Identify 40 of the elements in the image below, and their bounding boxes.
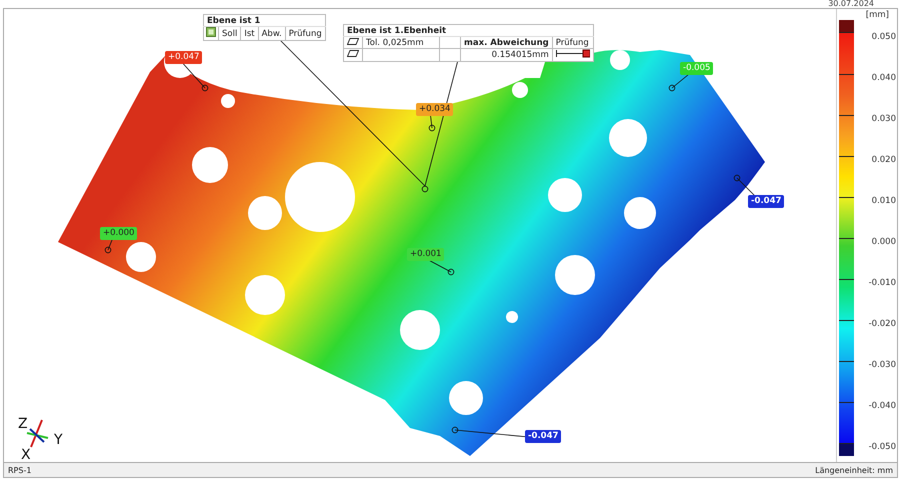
table-cell: Soll	[218, 26, 241, 40]
axis-label: Y	[54, 432, 63, 448]
deviation-label[interactable]: -0.047	[525, 430, 562, 443]
table-cell: Tol. 0,025mm	[362, 36, 440, 48]
unit-label: [mm]	[864, 9, 890, 20]
axis-label: Z	[18, 416, 28, 432]
scale-tick-label: 0.020	[872, 155, 896, 165]
gauge-icon	[556, 49, 590, 58]
parallelogram-icon	[347, 50, 359, 57]
table-cell: max. Abweichung	[460, 36, 552, 48]
deviation-label[interactable]: +0.047	[165, 51, 202, 64]
measure-point-icon	[422, 186, 428, 192]
deviation-label[interactable]: +0.034	[416, 103, 454, 116]
parallelogram-icon	[347, 38, 359, 44]
scale-tick-label: 0.040	[872, 73, 896, 83]
axis-label: X	[21, 447, 31, 462]
table-cell: Prüfung	[552, 36, 594, 48]
date-text: 30.07.2024	[828, 0, 874, 8]
square-icon	[206, 27, 216, 37]
report-name: RPS-1	[8, 466, 32, 474]
scale-tick-label: -0.010	[868, 278, 896, 288]
scale-tick-label: 0.000	[872, 237, 896, 247]
deviation-label[interactable]: -0.047	[748, 195, 784, 208]
scale-tick-label: 0.030	[872, 114, 896, 124]
table-cell: 0.154015mm	[460, 48, 552, 62]
scale-tick-label: -0.040	[868, 401, 896, 411]
unit-text: Längeneinheit: mm	[815, 466, 893, 474]
scale-tick-label: -0.050	[868, 442, 896, 452]
table-title: Ebene ist 1	[204, 14, 326, 26]
table-cell: Prüfung	[285, 26, 326, 40]
scale-tick-label: -0.020	[868, 319, 896, 329]
table-title: Ebene ist 1.Ebenheit	[344, 24, 594, 36]
scale-tick-label: 0.050	[872, 32, 896, 42]
deviation-label[interactable]: +0.001	[407, 248, 444, 261]
scale-tick-label: 0.010	[872, 196, 896, 206]
axis-triad-icon[interactable]	[26, 420, 48, 448]
table-cell: Abw.	[258, 26, 286, 40]
scale-tick-label: -0.030	[868, 360, 896, 370]
deviation-label[interactable]: +0.000	[100, 227, 138, 240]
table-cell: Ist	[240, 26, 258, 40]
